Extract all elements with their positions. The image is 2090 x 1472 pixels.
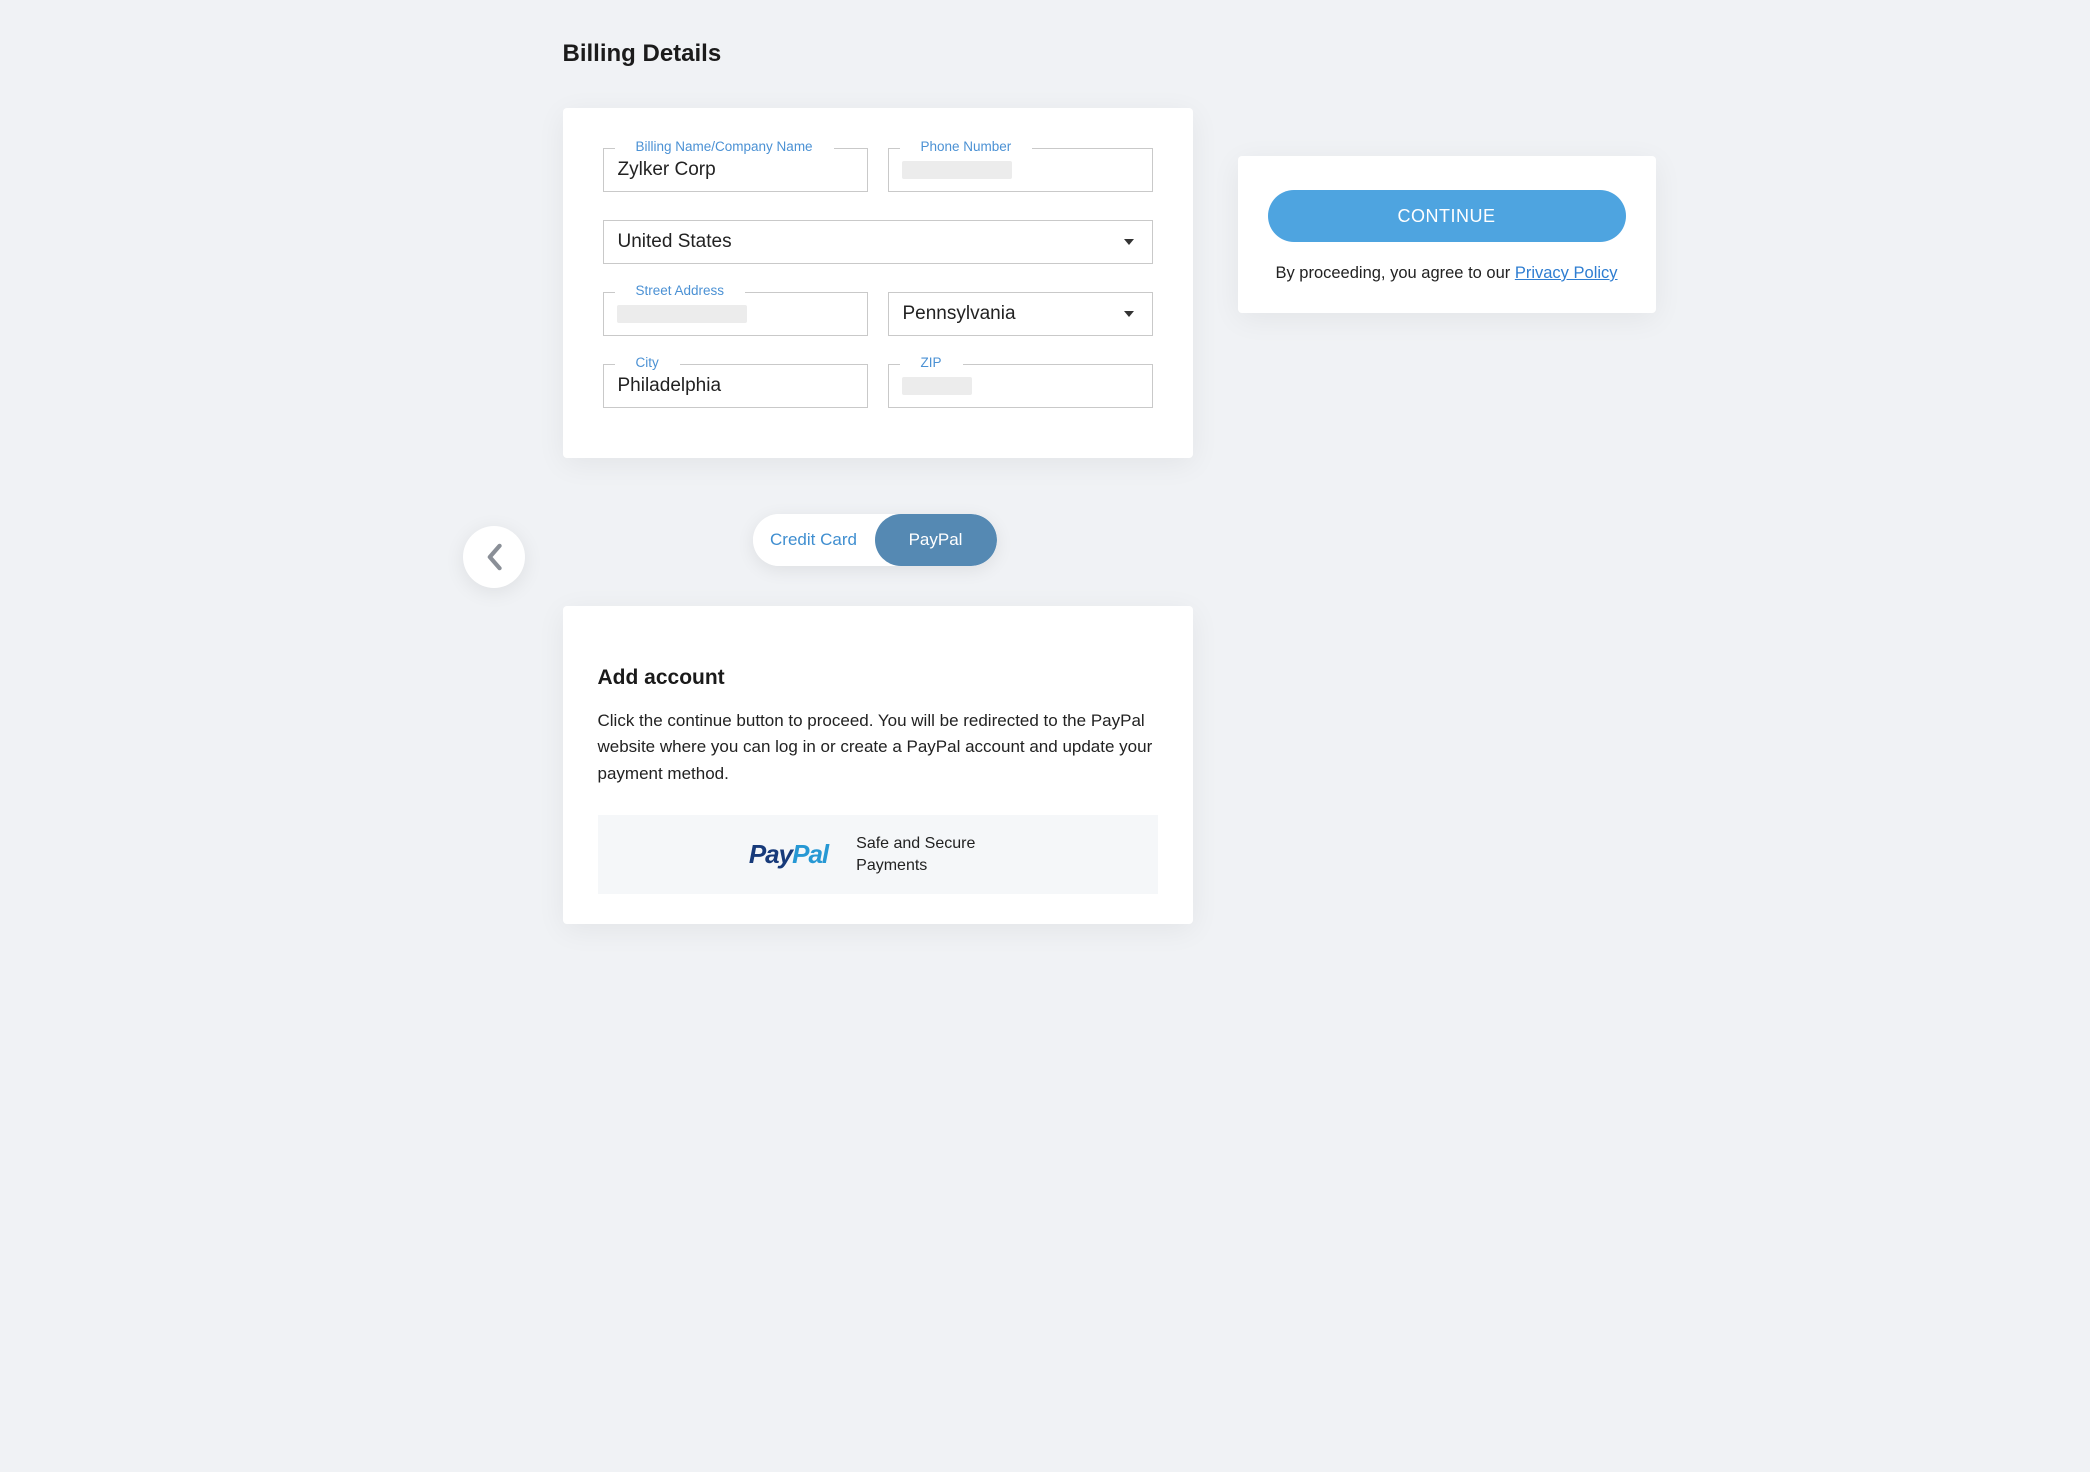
add-account-heading: Add account	[598, 666, 1158, 690]
tab-credit-card[interactable]: Credit Card	[753, 514, 875, 566]
street-redacted	[617, 305, 747, 323]
zip-redacted	[902, 377, 972, 395]
phone-label: Phone Number	[900, 139, 1033, 154]
continue-button[interactable]: CONTINUE	[1268, 190, 1626, 242]
billing-name-input[interactable]	[603, 148, 868, 192]
chevron-left-icon	[485, 543, 503, 571]
country-select[interactable]: United States	[603, 220, 1153, 264]
page-title: Billing Details	[563, 40, 1698, 68]
zip-label: ZIP	[900, 355, 963, 370]
continue-card: CONTINUE By proceeding, you agree to our…	[1238, 156, 1656, 313]
agree-text: By proceeding, you agree to our Privacy …	[1268, 264, 1626, 283]
back-button[interactable]	[463, 526, 525, 588]
secure-payments-strip: PayPal Safe and Secure Payments	[598, 815, 1158, 894]
state-value: Pennsylvania	[903, 303, 1016, 325]
city-input[interactable]	[603, 364, 868, 408]
state-select[interactable]: Pennsylvania	[888, 292, 1153, 336]
city-label: City	[615, 355, 680, 370]
caret-down-icon	[1124, 311, 1134, 317]
country-value: United States	[618, 231, 732, 253]
paypal-card: Add account Click the continue button to…	[563, 606, 1193, 924]
phone-redacted	[902, 161, 1012, 179]
street-label: Street Address	[615, 283, 746, 298]
caret-down-icon	[1124, 239, 1134, 245]
payment-method-toggle: Credit Card PayPal	[753, 514, 997, 566]
billing-card: Billing Name/Company Name Phone Number U…	[563, 108, 1193, 458]
secure-payments-text: Safe and Secure Payments	[856, 833, 1006, 876]
billing-name-label: Billing Name/Company Name	[615, 139, 834, 154]
paypal-description: Click the continue button to proceed. Yo…	[598, 708, 1158, 787]
privacy-policy-link[interactable]: Privacy Policy	[1515, 264, 1618, 282]
tab-paypal[interactable]: PayPal	[875, 514, 997, 566]
paypal-logo-icon: PayPal	[749, 839, 828, 870]
